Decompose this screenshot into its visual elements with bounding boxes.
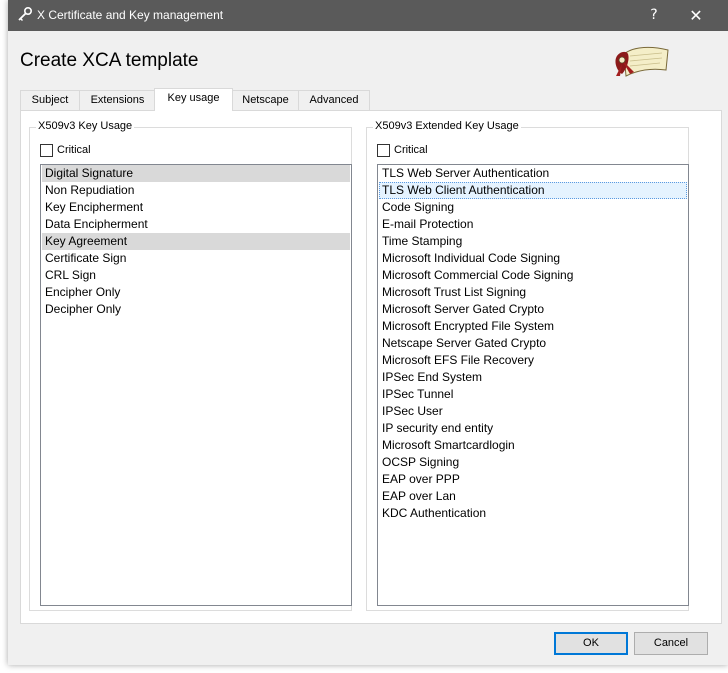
ok-button[interactable]: OK	[554, 632, 628, 655]
key-icon	[16, 6, 34, 24]
list-item[interactable]: IP security end entity	[379, 420, 687, 437]
tab-advanced[interactable]: Advanced	[298, 90, 370, 110]
list-item[interactable]: Non Repudiation	[42, 182, 350, 199]
tab-netscape[interactable]: Netscape	[232, 90, 299, 110]
scroll-logo-icon	[612, 40, 672, 84]
tab-subject[interactable]: Subject	[20, 90, 80, 110]
page-title: Create XCA template	[20, 50, 199, 71]
list-item[interactable]: TLS Web Client Authentication	[379, 182, 687, 199]
cancel-button[interactable]: Cancel	[634, 632, 708, 655]
list-item[interactable]: IPSec End System	[379, 369, 687, 386]
list-item[interactable]: EAP over PPP	[379, 471, 687, 488]
dialog-window: X Certificate and Key management ? ✕ Cre…	[8, 0, 728, 665]
list-item[interactable]: KDC Authentication	[379, 505, 687, 522]
list-item[interactable]: Microsoft Server Gated Crypto	[379, 301, 687, 318]
extended-key-usage-critical-checkbox[interactable]	[377, 144, 390, 157]
key-usage-group-title: X509v3 Key Usage	[36, 120, 135, 132]
list-item[interactable]: Code Signing	[379, 199, 687, 216]
list-item[interactable]: Encipher Only	[42, 284, 350, 301]
list-item[interactable]: Microsoft EFS File Recovery	[379, 352, 687, 369]
list-item[interactable]: Key Agreement	[42, 233, 350, 250]
title-bar[interactable]: X Certificate and Key management ? ✕	[8, 0, 728, 31]
list-item[interactable]: Key Encipherment	[42, 199, 350, 216]
window-title: X Certificate and Key management	[37, 8, 224, 22]
key-usage-critical-label: Critical	[57, 144, 91, 156]
list-item[interactable]: Microsoft Smartcardlogin	[379, 437, 687, 454]
list-item[interactable]: IPSec Tunnel	[379, 386, 687, 403]
list-item[interactable]: Data Encipherment	[42, 216, 350, 233]
list-item[interactable]: OCSP Signing	[379, 454, 687, 471]
extended-key-usage-group-title: X509v3 Extended Key Usage	[373, 120, 521, 132]
key-usage-critical-checkbox[interactable]	[40, 144, 53, 157]
list-item[interactable]: Microsoft Commercial Code Signing	[379, 267, 687, 284]
list-item[interactable]: Netscape Server Gated Crypto	[379, 335, 687, 352]
list-item[interactable]: CRL Sign	[42, 267, 350, 284]
key-usage-list[interactable]: Digital Signature Non Repudiation Key En…	[40, 164, 352, 606]
list-item[interactable]: E-mail Protection	[379, 216, 687, 233]
key-usage-panel: X509v3 Key Usage Critical Digital Signat…	[20, 110, 722, 624]
list-item[interactable]: Digital Signature	[42, 165, 350, 182]
list-item[interactable]: Time Stamping	[379, 233, 687, 250]
close-button[interactable]: ✕	[674, 0, 718, 31]
extended-key-usage-group: X509v3 Extended Key Usage Critical TLS W…	[366, 120, 689, 611]
list-item[interactable]: Microsoft Trust List Signing	[379, 284, 687, 301]
extended-key-usage-list[interactable]: TLS Web Server Authentication TLS Web Cl…	[377, 164, 689, 606]
list-item[interactable]: EAP over Lan	[379, 488, 687, 505]
help-button[interactable]: ?	[632, 0, 676, 31]
list-item[interactable]: Certificate Sign	[42, 250, 350, 267]
list-item[interactable]: Microsoft Individual Code Signing	[379, 250, 687, 267]
extended-key-usage-critical-label: Critical	[394, 144, 428, 156]
list-item[interactable]: IPSec User	[379, 403, 687, 420]
tab-extensions[interactable]: Extensions	[79, 90, 156, 110]
list-item[interactable]: TLS Web Server Authentication	[379, 165, 687, 182]
tab-key-usage[interactable]: Key usage	[154, 88, 233, 111]
list-item[interactable]: Decipher Only	[42, 301, 350, 318]
list-item[interactable]: Microsoft Encrypted File System	[379, 318, 687, 335]
key-usage-group: X509v3 Key Usage Critical Digital Signat…	[29, 120, 352, 611]
